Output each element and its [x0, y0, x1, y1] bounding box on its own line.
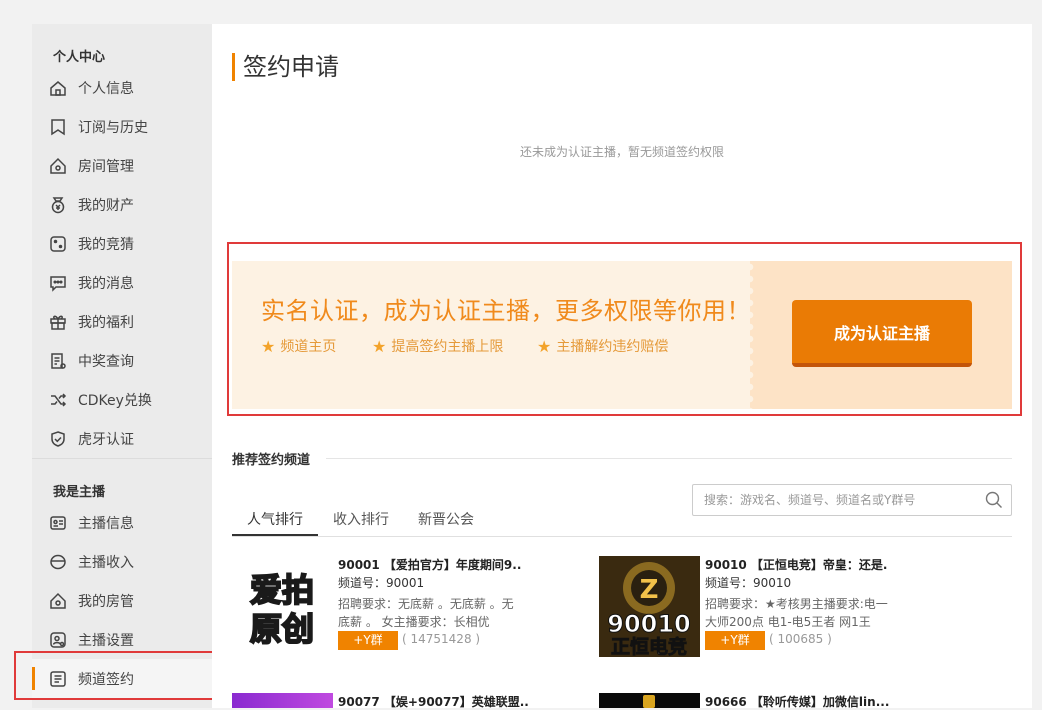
- join-y-group-button[interactable]: +Y群: [705, 631, 765, 650]
- logo-line-2: 原创: [250, 610, 314, 648]
- channel-search-box: [692, 484, 1012, 516]
- svg-text:Z: Z: [640, 575, 659, 605]
- tabs-underline: [232, 536, 1012, 537]
- dice-icon: [49, 235, 67, 253]
- channel-logo[interactable]: [232, 693, 333, 708]
- search-icon[interactable]: [985, 491, 1003, 509]
- sidebar-item-room[interactable]: 房间管理: [32, 146, 212, 185]
- sidebar-item-label: 个人信息: [78, 80, 134, 97]
- logo-line-1: 90010: [607, 610, 691, 638]
- logo-line-1: 爱拍: [250, 571, 314, 609]
- sidebar-item-label: 主播设置: [78, 632, 134, 649]
- gift-icon: [49, 313, 67, 331]
- personal-center-title: 个人中心: [53, 50, 106, 65]
- sidebar-item-cdkey[interactable]: CDKey兑换: [32, 380, 212, 419]
- channel-card[interactable]: 爱拍 原创 90001 【爱拍官方】年度期间9.. 频道号：90001 招聘要求…: [232, 556, 592, 666]
- channel-popularity: ( 14751428 ): [402, 632, 481, 646]
- channel-requirements: 招聘要求：★考核男主播要求:电一大师200点 电1-电5王者 网1王: [705, 597, 888, 629]
- sidebar-item-label: 我的竞猜: [78, 236, 134, 253]
- banner-highlight-box: [227, 242, 1022, 416]
- sidebar-item-label: 我的福利: [78, 314, 134, 331]
- channel-card[interactable]: 90666 【聆听传媒】加微信lin...: [599, 693, 959, 710]
- channel-number: 频道号：90010: [705, 576, 792, 590]
- channel-number: 频道号：90001: [338, 576, 425, 590]
- sidebar-item-label: 虎牙认证: [78, 431, 134, 448]
- join-y-group-button[interactable]: +Y群: [338, 631, 398, 650]
- sidebar-item-profile[interactable]: 个人信息: [32, 68, 212, 107]
- sidebar: 个人中心 个人信息 订阅与历史 房间管理 我的财产 我的竞猜 我的消息 我的福利…: [32, 24, 212, 708]
- recommend-section-title: 推荐签约频道: [232, 453, 311, 468]
- channel-logo[interactable]: [599, 693, 700, 708]
- page-title: 签约申请: [232, 53, 339, 81]
- sidebar-item-guess[interactable]: 我的竞猜: [32, 224, 212, 263]
- sidebar-item-welfare[interactable]: 我的福利: [32, 302, 212, 341]
- user-gear-icon: [49, 631, 67, 649]
- id-card-icon: [49, 514, 67, 532]
- tab-new-guilds[interactable]: 新晋公会: [418, 509, 474, 536]
- sidebar-item-huya-verify[interactable]: 虎牙认证: [32, 419, 212, 458]
- sidebar-item-label: 我的房管: [78, 593, 134, 610]
- channel-name[interactable]: 90077 【娱+90077】英雄联盟..: [338, 693, 529, 710]
- sidebar-item-subscriptions[interactable]: 订阅与历史: [32, 107, 212, 146]
- home-icon: [49, 79, 67, 97]
- money-bag-icon: [49, 196, 67, 214]
- channel-logo[interactable]: Z 90010 正恒电竞: [599, 556, 700, 657]
- channel-requirements: 招聘要求：无底薪 。无底薪 。无底薪 。 女主播要求：长相优: [338, 597, 514, 629]
- room-icon: [49, 592, 67, 610]
- message-icon: [49, 274, 67, 292]
- channel-card[interactable]: 90077 【娱+90077】英雄联盟..: [232, 693, 592, 710]
- sidebar-item-label: 主播信息: [78, 515, 134, 532]
- sidebar-item-label: 我的消息: [78, 275, 134, 292]
- bookmark-icon: [49, 118, 67, 136]
- sidebar-item-anchor-info[interactable]: 主播信息: [32, 503, 212, 542]
- receipt-icon: [49, 352, 67, 370]
- channel-popularity: ( 100685 ): [769, 632, 832, 646]
- sidebar-item-my-room-admin[interactable]: 我的房管: [32, 581, 212, 620]
- sidebar-item-messages[interactable]: 我的消息: [32, 263, 212, 302]
- channel-name[interactable]: 90010 【正恒电竞】帝皇：还是.: [705, 556, 888, 573]
- sidebar-item-prize-query[interactable]: 中奖查询: [32, 341, 212, 380]
- tab-income[interactable]: 收入排行: [333, 509, 389, 536]
- tab-popularity[interactable]: 人气排行: [232, 509, 318, 536]
- sidebar-divider: [32, 458, 212, 459]
- sidebar-item-anchor-income[interactable]: 主播收入: [32, 542, 212, 581]
- channel-logo[interactable]: 爱拍 原创: [232, 556, 333, 657]
- sidebar-item-label: 房间管理: [78, 158, 134, 175]
- shield-check-icon: [49, 430, 67, 448]
- channel-name[interactable]: 90666 【聆听传媒】加微信lin...: [705, 693, 889, 710]
- sidebar-item-label: 中奖查询: [78, 353, 134, 370]
- sidebar-item-label: 订阅与历史: [78, 119, 148, 136]
- sidebar-item-label: 我的财产: [78, 197, 134, 214]
- shuffle-icon: [49, 391, 67, 409]
- section-divider: [326, 458, 1012, 459]
- sidebar-item-assets[interactable]: 我的财产: [32, 185, 212, 224]
- coin-icon: [49, 553, 67, 571]
- no-permission-notice: 还未成为认证主播，暂无频道签约权限: [519, 145, 724, 159]
- sidebar-item-label: 主播收入: [78, 554, 134, 571]
- sidebar-item-label: CDKey兑换: [78, 392, 152, 409]
- anchor-section-title: 我是主播: [53, 485, 106, 500]
- room-icon: [49, 157, 67, 175]
- channel-search-input[interactable]: [693, 485, 973, 515]
- sidebar-highlight-box: [14, 651, 217, 700]
- channel-card[interactable]: Z 90010 正恒电竞 90010 【正恒电竞】帝皇：还是. 频道号：9001…: [599, 556, 959, 666]
- channel-name[interactable]: 90001 【爱拍官方】年度期间9..: [338, 556, 521, 573]
- logo-line-2: 正恒电竞: [611, 635, 687, 657]
